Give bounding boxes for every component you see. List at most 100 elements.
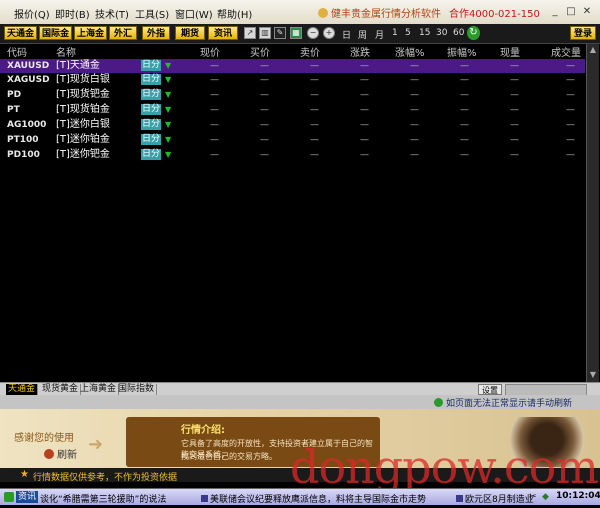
minimize-icon[interactable]: _ bbox=[548, 5, 562, 18]
period-15min[interactable]: 15 bbox=[419, 28, 430, 38]
tab-intl-index[interactable]: 国际指数 bbox=[116, 384, 158, 395]
menu-technical[interactable]: 技术(T) bbox=[95, 6, 129, 21]
maximize-icon[interactable]: □ bbox=[564, 5, 578, 18]
grid-icon[interactable]: ▦ bbox=[290, 27, 302, 39]
news-item-text: 谈化“希腊需第三轮援助”的说法 bbox=[40, 495, 167, 505]
row-volume: — bbox=[510, 61, 519, 71]
menu-help[interactable]: 帮助(H) bbox=[217, 6, 252, 21]
col-code[interactable]: 代码 bbox=[7, 44, 27, 59]
news-item[interactable]: 美联储会议纪要释放鹰派信息，料将主导国际金市走势 bbox=[201, 492, 426, 505]
menu-quote[interactable]: 报价(Q) bbox=[14, 6, 50, 21]
star-icon: ★ bbox=[20, 469, 29, 480]
row-total-volume: — bbox=[566, 90, 575, 100]
row-name: [T]迷你白银 bbox=[56, 119, 110, 130]
settings-button[interactable]: 设置 bbox=[478, 384, 502, 395]
row-period-badge[interactable]: 日分 bbox=[141, 104, 162, 115]
toolbar-news-button[interactable]: 资讯 bbox=[208, 26, 238, 40]
row-period-badge[interactable]: 日分 bbox=[141, 134, 162, 145]
tab-tiantong[interactable]: 天通金 bbox=[6, 384, 39, 395]
col-total-volume[interactable]: 成交量 bbox=[551, 44, 581, 59]
news-label[interactable]: 资讯 bbox=[16, 491, 39, 503]
menu-window[interactable]: 窗口(W) bbox=[175, 6, 213, 21]
toolbar-shanghai-gold-button[interactable]: 上海金 bbox=[74, 26, 107, 40]
ad-refresh-button[interactable]: 刷新 bbox=[44, 446, 77, 461]
row-amplitude: — bbox=[460, 120, 469, 130]
period-30min[interactable]: 30 bbox=[436, 28, 447, 38]
row-change: — bbox=[360, 75, 369, 85]
row-change-pct: — bbox=[410, 75, 419, 85]
toolbar-intl-gold-button[interactable]: 国际金 bbox=[39, 26, 72, 40]
table-row[interactable]: AG1000 [T]迷你白银 日分 ▼ — — — — — — — — bbox=[0, 118, 585, 132]
col-price[interactable]: 现价 bbox=[200, 44, 220, 59]
scroll-up-icon[interactable]: ▲ bbox=[588, 45, 598, 55]
thanks-text: 感谢您的使用 bbox=[14, 433, 74, 444]
col-change[interactable]: 涨跌 bbox=[350, 44, 370, 59]
news-item-text: 美联储会议纪要释放鹰派信息，料将主导国际金市走势 bbox=[210, 495, 427, 505]
news-item[interactable]: 谈化“希腊需第三轮援助”的说法 bbox=[40, 492, 166, 505]
news-ticker: 资讯 谈化“希腊需第三轮援助”的说法 美联储会议纪要释放鹰派信息，料将主导国际金… bbox=[0, 488, 600, 505]
toolbar-index-button[interactable]: 外指 bbox=[142, 26, 170, 40]
col-ask[interactable]: 卖价 bbox=[300, 44, 320, 59]
row-ask: — bbox=[310, 61, 319, 71]
row-period-badge[interactable]: 日分 bbox=[141, 119, 162, 130]
app-brand: 健丰贵金属行情分析软件 合作4000-021-150 bbox=[318, 5, 540, 20]
table-row[interactable]: PT100 [T]迷你铂金 日分 ▼ — — — — — — — — bbox=[0, 133, 585, 147]
row-period-badge[interactable]: 日分 bbox=[141, 89, 162, 100]
bullet-icon bbox=[456, 495, 463, 502]
intro-line-2: 找到适合自己的交易方略。 bbox=[181, 452, 277, 461]
signal-icon: ◆ bbox=[542, 492, 549, 502]
col-name[interactable]: 名称 bbox=[56, 44, 76, 59]
row-period-badge[interactable]: 日分 bbox=[141, 60, 162, 71]
news-item-text: 欧元区8月制造业 bbox=[465, 495, 534, 505]
period-1min[interactable]: 1 bbox=[392, 28, 398, 38]
col-bid[interactable]: 买价 bbox=[250, 44, 270, 59]
col-volume[interactable]: 现量 bbox=[500, 44, 520, 59]
toolbar-tiantong-button[interactable]: 天通金 bbox=[4, 26, 37, 40]
table-row[interactable]: XAGUSD [T]现货白银 日分 ▼ — — — — — — — — bbox=[0, 73, 585, 87]
toolbar-forex-button[interactable]: 外汇 bbox=[109, 26, 137, 40]
news-item[interactable]: 欧元区8月制造业 bbox=[456, 492, 534, 505]
login-button[interactable]: 登录 bbox=[570, 26, 596, 40]
down-triangle-icon: ▼ bbox=[165, 61, 172, 70]
row-total-volume: — bbox=[566, 150, 575, 160]
period-5min[interactable]: 5 bbox=[405, 28, 411, 38]
row-period-badge[interactable]: 日分 bbox=[141, 74, 162, 85]
draw-tool-icon[interactable]: ✎ bbox=[274, 27, 286, 39]
row-name: [T]现货钯金 bbox=[56, 89, 110, 100]
kline-chart-icon[interactable]: ▥ bbox=[259, 27, 271, 39]
tools-icon[interactable]: ✂ bbox=[529, 492, 539, 502]
vertical-scrollbar[interactable]: ▲ ▼ bbox=[586, 44, 599, 382]
period-60min[interactable]: 60 bbox=[453, 28, 464, 38]
refresh-icon[interactable] bbox=[434, 398, 443, 407]
col-amplitude[interactable]: 振幅% bbox=[447, 44, 477, 59]
down-triangle-icon: ▼ bbox=[165, 75, 172, 84]
table-row[interactable]: PT [T]现货铂金 日分 ▼ — — — — — — — — bbox=[0, 103, 585, 117]
menu-realtime[interactable]: 即时(B) bbox=[55, 6, 90, 21]
table-row[interactable]: XAUUSD [T]天通金 日分 ▼ — — — — — — — — bbox=[0, 59, 585, 73]
row-volume: — bbox=[510, 105, 519, 115]
row-total-volume: — bbox=[566, 61, 575, 71]
period-month[interactable]: 月 bbox=[375, 28, 384, 41]
row-period-badge[interactable]: 日分 bbox=[141, 149, 162, 160]
refresh-icon[interactable]: ↻ bbox=[467, 26, 480, 40]
menu-tools[interactable]: 工具(S) bbox=[135, 6, 169, 21]
info-message: 如页面无法正常显示请手动刷新 bbox=[434, 396, 572, 409]
row-volume: — bbox=[510, 90, 519, 100]
zoom-in-icon[interactable]: + bbox=[323, 27, 335, 39]
row-ask: — bbox=[310, 90, 319, 100]
row-change: — bbox=[360, 120, 369, 130]
toolbar-futures-button[interactable]: 期货 bbox=[175, 26, 205, 40]
tab-spot-gold[interactable]: 现货黄金 bbox=[40, 384, 82, 395]
period-day[interactable]: 日 bbox=[342, 28, 351, 41]
row-code: PT100 bbox=[7, 135, 39, 145]
table-row[interactable]: PD100 [T]迷你钯金 日分 ▼ — — — — — — — — bbox=[0, 148, 585, 162]
scroll-down-icon[interactable]: ▼ bbox=[588, 370, 598, 380]
period-week[interactable]: 周 bbox=[358, 28, 367, 41]
table-row[interactable]: PD [T]现货钯金 日分 ▼ — — — — — — — — bbox=[0, 88, 585, 102]
line-chart-icon[interactable]: ↗ bbox=[244, 27, 256, 39]
zoom-out-icon[interactable]: − bbox=[307, 27, 319, 39]
brand-phone: 合作4000-021-150 bbox=[449, 9, 540, 20]
tab-shanghai-gold[interactable]: 上海黄金 bbox=[78, 384, 120, 395]
close-icon[interactable]: ✕ bbox=[580, 5, 594, 18]
col-change-pct[interactable]: 涨幅% bbox=[395, 44, 425, 59]
